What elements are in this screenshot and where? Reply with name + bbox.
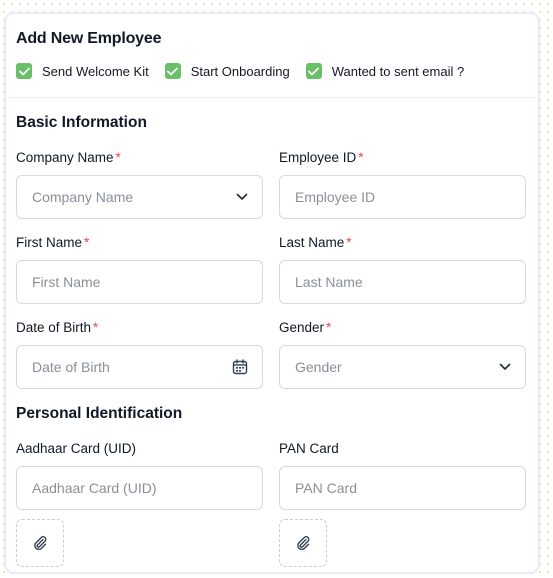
send-email-option[interactable]: Wanted to sent email ? xyxy=(305,63,465,79)
section-title-basic: Basic Information xyxy=(16,114,147,131)
field-label: Company Name xyxy=(16,150,114,165)
company-name-field: Company Name * Company Name xyxy=(16,150,263,219)
first-name-input[interactable]: First Name xyxy=(16,260,263,304)
placeholder: Date of Birth xyxy=(32,359,110,375)
checkmark-icon xyxy=(308,67,320,75)
first-name-field: First Name * First Name xyxy=(16,235,263,304)
chevron-down-icon xyxy=(499,363,511,371)
placeholder: Aadhaar Card (UID) xyxy=(32,480,157,496)
required-asterisk: * xyxy=(93,320,99,335)
form-title: Add New Employee xyxy=(16,30,162,47)
placeholder: Last Name xyxy=(295,274,363,290)
field-label: Date of Birth xyxy=(16,320,92,335)
aadhaar-attach-button[interactable] xyxy=(16,519,64,567)
placeholder: Employee ID xyxy=(295,189,376,205)
option-label: Wanted to sent email ? xyxy=(331,63,465,79)
company-name-select[interactable]: Company Name xyxy=(16,175,263,219)
checkmark-icon xyxy=(18,67,30,75)
required-asterisk: * xyxy=(84,235,90,250)
calendar-icon[interactable] xyxy=(232,359,248,375)
checkbox-checked[interactable] xyxy=(16,63,32,79)
field-label: First Name xyxy=(16,235,83,250)
field-label: Last Name xyxy=(279,235,345,250)
placeholder: Company Name xyxy=(32,189,134,205)
form-header: Add New Employee Send Welcome Kit Start … xyxy=(6,14,538,98)
field-label: Gender xyxy=(279,320,325,335)
start-onboarding-option[interactable]: Start Onboarding xyxy=(164,63,290,79)
required-asterisk: * xyxy=(346,235,352,250)
employee-id-input[interactable]: Employee ID xyxy=(279,175,526,219)
aadhaar-input[interactable]: Aadhaar Card (UID) xyxy=(16,466,263,510)
employee-id-field: Employee ID * Employee ID xyxy=(279,150,526,219)
send-welcome-kit-option[interactable]: Send Welcome Kit xyxy=(16,63,149,79)
pan-input[interactable]: PAN Card xyxy=(279,466,526,510)
add-employee-form: Add New Employee Send Welcome Kit Start … xyxy=(4,12,540,574)
pan-attach-button[interactable] xyxy=(279,519,327,567)
placeholder: Gender xyxy=(295,359,342,375)
field-label: PAN Card xyxy=(279,441,339,456)
field-label: Aadhaar Card (UID) xyxy=(16,441,137,456)
required-asterisk: * xyxy=(326,320,332,335)
paperclip-icon xyxy=(297,536,310,551)
paperclip-icon xyxy=(34,536,47,551)
gender-select[interactable]: Gender xyxy=(279,345,526,389)
option-label: Start Onboarding xyxy=(190,63,290,79)
checkbox-checked[interactable] xyxy=(305,63,322,79)
date-of-birth-input[interactable]: Date of Birth xyxy=(16,345,263,389)
section-title-personal: Personal Identification xyxy=(16,405,183,422)
date-of-birth-field: Date of Birth * Date of Birth xyxy=(16,320,263,389)
last-name-field: Last Name * Last Name xyxy=(279,235,526,304)
field-label: Employee ID xyxy=(279,150,357,165)
required-asterisk: * xyxy=(358,150,364,165)
checkbox-checked[interactable] xyxy=(164,63,181,79)
last-name-input[interactable]: Last Name xyxy=(279,260,526,304)
pan-field: PAN Card PAN Card xyxy=(279,441,526,510)
checkmark-icon xyxy=(167,67,179,75)
required-asterisk: * xyxy=(115,150,121,165)
option-label: Send Welcome Kit xyxy=(42,63,149,79)
placeholder: PAN Card xyxy=(295,480,357,496)
aadhaar-field: Aadhaar Card (UID) Aadhaar Card (UID) xyxy=(16,441,263,510)
placeholder: First Name xyxy=(32,274,101,290)
chevron-down-icon xyxy=(236,193,248,201)
gender-field: Gender * Gender xyxy=(279,320,526,389)
options-row: Send Welcome Kit Start Onboarding Wanted… xyxy=(16,63,528,79)
